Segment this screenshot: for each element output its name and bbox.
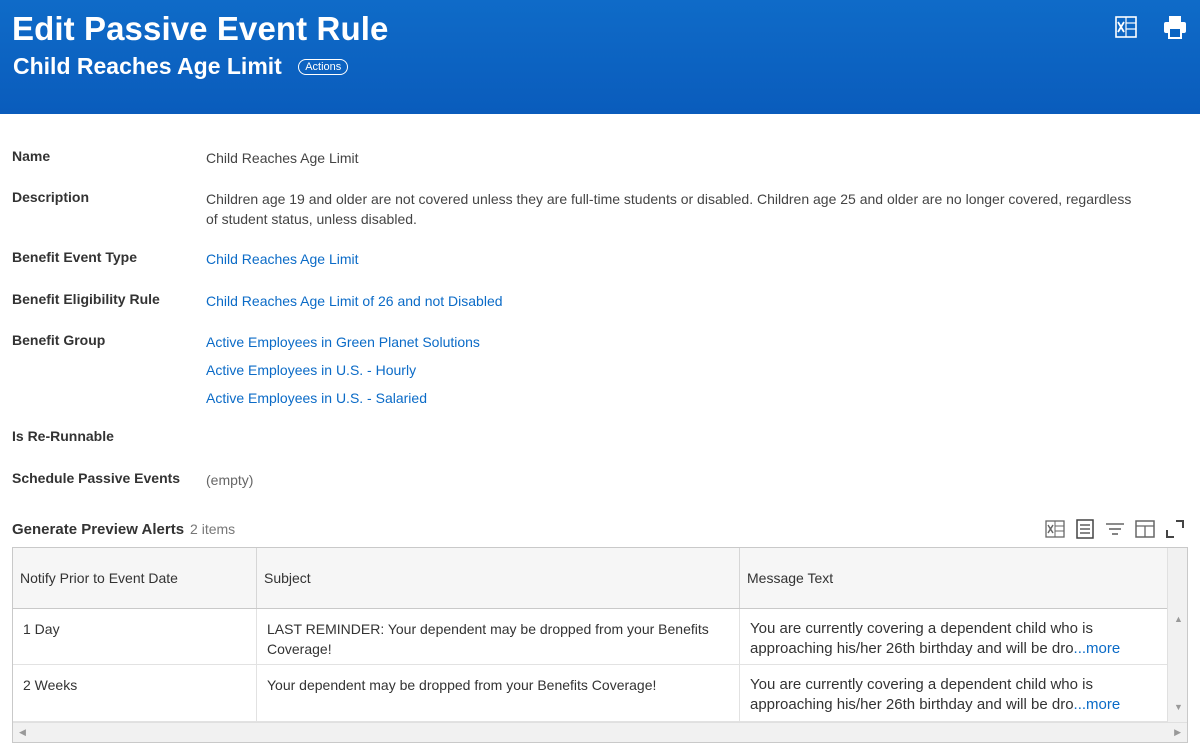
benefit-eligibility-rule-link[interactable]: Child Reaches Age Limit of 26 and not Di… [206, 291, 1146, 311]
cell-subject: LAST REMINDER: Your dependent may be dro… [257, 609, 740, 664]
cell-message: You are currently covering a dependent c… [740, 609, 1169, 664]
more-link[interactable]: ...more [1074, 640, 1121, 657]
field-label: Schedule Passive Events [12, 470, 181, 486]
actions-button[interactable]: Actions [298, 59, 349, 75]
column-header-notify[interactable]: Notify Prior to Event Date [13, 548, 257, 608]
benefit-event-type-link[interactable]: Child Reaches Age Limit [206, 249, 1146, 269]
table-row: 1 Day LAST REMINDER: Your dependent may … [13, 609, 1169, 665]
scroll-left-icon[interactable]: ◀ [19, 727, 26, 738]
subtitle-text: Child Reaches Age Limit [13, 53, 282, 79]
field-value: Active Employees in Green Planet Solutio… [206, 328, 1146, 412]
print-icon[interactable] [1162, 14, 1188, 40]
grid-title-text: Generate Preview Alerts [12, 521, 185, 538]
benefit-group-link[interactable]: Active Employees in Green Planet Solutio… [206, 328, 1146, 356]
benefit-group-link[interactable]: Active Employees in U.S. - Salaried [206, 384, 1146, 412]
scroll-up-icon[interactable]: ▲ [1174, 614, 1183, 624]
vertical-scrollbar[interactable]: ▲ ▼ [1167, 548, 1187, 724]
field-label: Description [12, 189, 90, 205]
excel-export-icon[interactable] [1044, 518, 1066, 540]
field-label: Benefit Event Type [12, 249, 137, 265]
field-value: (empty) [206, 472, 254, 488]
table-row: 2 Weeks Your dependent may be dropped fr… [13, 665, 1169, 722]
page-title: Edit Passive Event Rule [12, 10, 389, 47]
grid-item-count: 2 items [190, 521, 236, 537]
field-value: Children age 19 and older are not covere… [206, 191, 1132, 227]
cell-message: You are currently covering a dependent c… [740, 665, 1169, 721]
cell-notify: 2 Weeks [13, 665, 257, 721]
scroll-down-icon[interactable]: ▼ [1174, 702, 1183, 712]
benefit-group-link[interactable]: Active Employees in U.S. - Hourly [206, 356, 1146, 384]
field-value: Child Reaches Age Limit [206, 249, 1146, 269]
page-header: Edit Passive Event Rule Child Reaches Ag… [0, 0, 1200, 114]
grid-toolbar [1044, 518, 1186, 540]
field-label: Benefit Group [12, 332, 106, 348]
page-subtitle: Child Reaches Age Limit Actions [13, 53, 349, 80]
column-header-message[interactable]: Message Text [740, 548, 1169, 608]
field-label: Is Re-Runnable [12, 428, 114, 444]
grid-title: Generate Preview Alerts 2 items [12, 521, 235, 538]
grid-header: Notify Prior to Event Date Subject Messa… [13, 548, 1169, 609]
column-header-subject[interactable]: Subject [257, 548, 740, 608]
message-text: You are currently covering a dependent c… [750, 620, 1093, 657]
view-table-icon[interactable] [1074, 518, 1096, 540]
preview-alerts-grid: Notify Prior to Event Date Subject Messa… [12, 547, 1188, 743]
cell-subject: Your dependent may be dropped from your … [257, 665, 740, 721]
cell-notify: 1 Day [13, 609, 257, 664]
fullscreen-icon[interactable] [1164, 518, 1186, 540]
column-layout-icon[interactable] [1134, 518, 1156, 540]
field-value: Child Reaches Age Limit of 26 and not Di… [206, 291, 1146, 311]
horizontal-scrollbar[interactable]: ◀ ▶ [13, 722, 1187, 742]
more-link[interactable]: ...more [1074, 696, 1121, 713]
field-label: Benefit Eligibility Rule [12, 291, 160, 307]
excel-export-icon[interactable] [1113, 14, 1139, 40]
message-text: You are currently covering a dependent c… [750, 676, 1093, 713]
field-label: Name [12, 148, 51, 164]
scroll-right-icon[interactable]: ▶ [1174, 727, 1181, 738]
filter-icon[interactable] [1104, 518, 1126, 540]
field-value: Child Reaches Age Limit [206, 150, 359, 166]
